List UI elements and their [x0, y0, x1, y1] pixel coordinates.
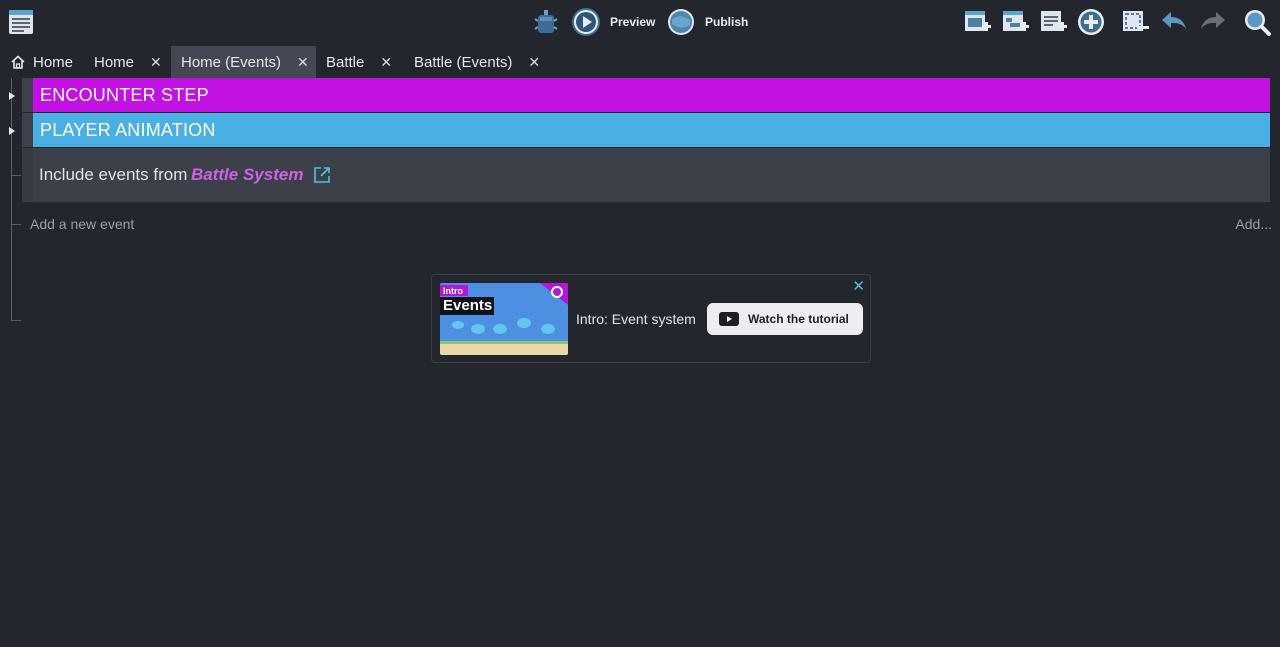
add-menu-button[interactable]: Add...: [1235, 216, 1272, 232]
undo-icon[interactable]: [1159, 7, 1189, 37]
tab-home-events[interactable]: Home (Events) ✕: [171, 46, 316, 78]
tab-home[interactable]: Home ✕: [84, 46, 171, 78]
tab-label: Home: [33, 53, 74, 71]
event-group-player-animation[interactable]: PLAYER ANIMATION: [22, 113, 1270, 147]
add-subevent-icon[interactable]: [1000, 7, 1030, 37]
close-icon[interactable]: ✕: [380, 54, 392, 71]
include-events-label: Include events from: [39, 165, 188, 184]
add-event-icon[interactable]: [962, 7, 992, 37]
delete-selection-icon[interactable]: [1120, 7, 1150, 37]
events-gutter-tick: [11, 224, 21, 225]
add-new-event-link[interactable]: Add a new event: [30, 216, 134, 232]
thumbnail-tag: Intro: [443, 286, 463, 296]
tab-label: Battle (Events): [414, 53, 513, 71]
group-band: [22, 113, 33, 147]
tab-battle[interactable]: Battle ✕: [316, 46, 404, 78]
expand-arrow-icon[interactable]: [9, 127, 15, 135]
group-band: [22, 78, 33, 112]
toolbar: Preview Publish: [0, 0, 1280, 46]
close-icon[interactable]: ✕: [528, 54, 540, 71]
include-events-link[interactable]: Battle System: [191, 165, 303, 185]
link-event-row[interactable]: Include events from Battle System: [22, 148, 1270, 202]
preview-label[interactable]: Preview: [610, 15, 655, 29]
close-icon[interactable]: ✕: [297, 54, 309, 71]
tab-battle-events[interactable]: Battle (Events) ✕: [404, 46, 549, 78]
open-external-icon[interactable]: [313, 166, 331, 184]
watch-tutorial-button[interactable]: Watch the tutorial: [707, 303, 863, 335]
tab-label: Home (Events): [181, 53, 282, 71]
event-group-encounter-step[interactable]: ENCOUNTER STEP: [22, 78, 1270, 112]
events-gutter-end: [11, 320, 21, 321]
group-band: [22, 148, 33, 202]
publish-globe-icon[interactable]: [666, 7, 696, 37]
events-gutter-tick: [11, 175, 21, 176]
tutorial-card: Intro Events Intro: Event system Watch t…: [431, 274, 871, 363]
tutorial-thumbnail[interactable]: Intro Events: [440, 283, 568, 355]
events-list-icon[interactable]: [6, 7, 36, 37]
close-icon[interactable]: ✕: [150, 54, 162, 71]
debugger-icon[interactable]: [531, 7, 561, 37]
home-icon: [11, 55, 25, 69]
thumbnail-title: Events: [443, 297, 493, 314]
tutorial-title: Intro: Event system: [576, 311, 696, 327]
events-gutter-line: [11, 78, 12, 321]
tab-label: Home: [94, 53, 135, 71]
group-title: PLAYER ANIMATION: [40, 119, 216, 140]
group-title: ENCOUNTER STEP: [40, 84, 209, 105]
publish-label[interactable]: Publish: [705, 15, 748, 29]
youtube-play-icon: [719, 312, 739, 326]
preview-play-icon[interactable]: [571, 7, 601, 37]
tab-label: Battle: [326, 53, 365, 71]
close-icon[interactable]: ✕: [852, 277, 865, 295]
add-circle-icon[interactable]: [1076, 7, 1106, 37]
expand-arrow-icon[interactable]: [9, 92, 15, 100]
watch-tutorial-label: Watch the tutorial: [748, 312, 849, 326]
redo-icon[interactable]: [1198, 7, 1228, 37]
search-icon[interactable]: [1242, 7, 1272, 37]
tab-home-start[interactable]: Home: [0, 46, 84, 78]
editor-tabs: Home Home ✕ Home (Events) ✕ Battle ✕ Bat…: [0, 46, 1280, 78]
add-comment-icon[interactable]: [1038, 7, 1068, 37]
